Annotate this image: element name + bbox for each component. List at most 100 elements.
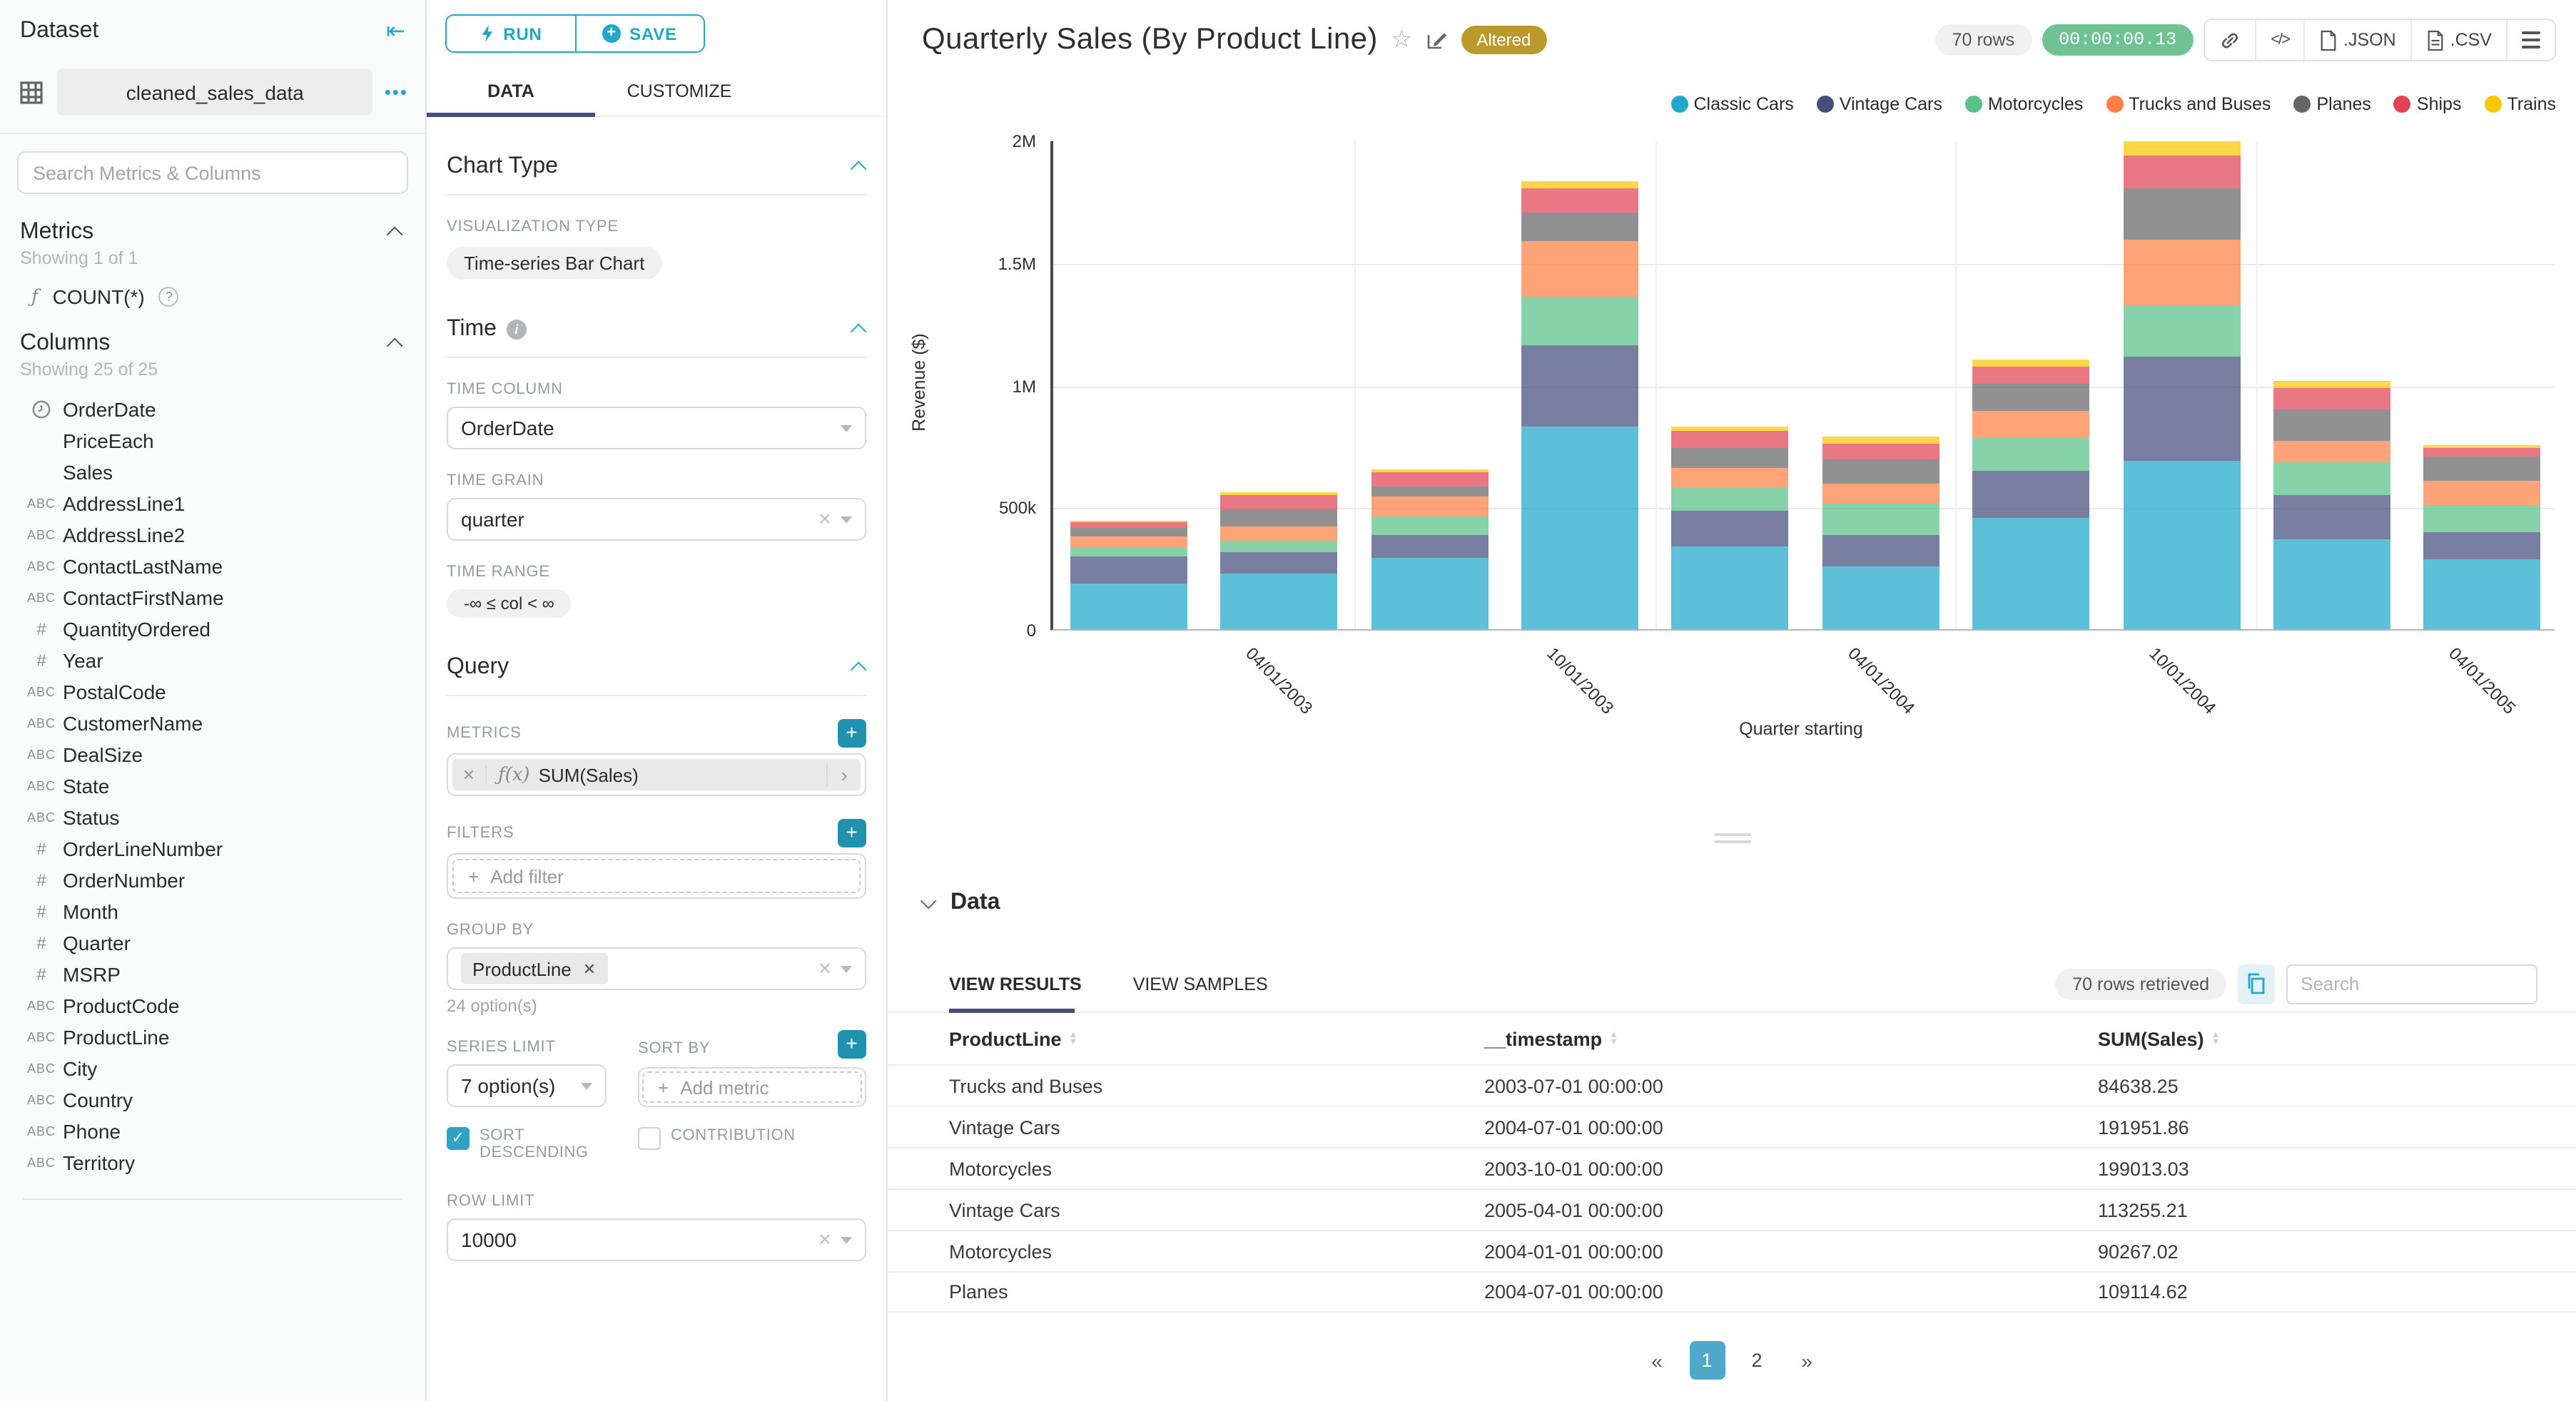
bar-segment[interactable] xyxy=(1671,427,1789,431)
time-range-value[interactable]: -∞ ≤ col < ∞ xyxy=(447,589,572,618)
table-header-cell[interactable]: __timestamp ▲ ▼ xyxy=(1484,1028,2098,1049)
clear-icon[interactable]: ✕ xyxy=(818,509,832,529)
bar-segment[interactable] xyxy=(1521,426,1638,629)
bar-segment[interactable] xyxy=(1371,496,1488,517)
bar-segment[interactable] xyxy=(1220,526,1338,541)
bar-segment[interactable] xyxy=(2423,531,2541,559)
bar-segment[interactable] xyxy=(1972,366,2090,384)
dataset-more-menu-icon[interactable]: ••• xyxy=(385,81,408,103)
bar-segment[interactable] xyxy=(1220,492,1338,496)
bar-segment[interactable] xyxy=(1822,566,1939,629)
bar-stack[interactable] xyxy=(1972,359,2090,629)
bar-stack[interactable] xyxy=(1070,521,1187,629)
column-list-item[interactable]: ABC AddressLine2 xyxy=(0,519,425,551)
clear-icon[interactable]: ✕ xyxy=(818,959,832,979)
chart-title[interactable]: Quarterly Sales (By Product Line) xyxy=(922,23,1378,57)
metric-pill[interactable]: ✕ ƒ(x) SUM(Sales) › xyxy=(452,759,861,790)
legend-item[interactable]: Motorcycles xyxy=(1964,94,2083,114)
dataset-name[interactable]: cleaned_sales_data xyxy=(57,68,373,116)
tab-customize[interactable]: CUSTOMIZE xyxy=(595,70,764,116)
column-list-item[interactable]: ABC Phone xyxy=(0,1116,425,1147)
column-list-item[interactable]: Sales xyxy=(0,457,425,488)
bar-segment[interactable] xyxy=(2273,539,2390,629)
contribution-checkbox[interactable]: CONTRIBUTION xyxy=(638,1127,796,1161)
export-csv-button[interactable]: .CSV xyxy=(2410,20,2506,60)
table-row[interactable]: Trucks and Buses 2003-07-01 00:00:00 84638… xyxy=(888,1064,2576,1106)
clear-icon[interactable]: ✕ xyxy=(818,1230,832,1250)
edit-properties-icon[interactable] xyxy=(1425,29,1448,51)
bar-segment[interactable] xyxy=(1521,345,1638,427)
query-collapse-icon[interactable] xyxy=(850,661,867,678)
pagination-page-button[interactable]: 1 xyxy=(1689,1341,1725,1380)
sort-icon[interactable]: ▲ ▼ xyxy=(2211,1031,2221,1047)
bar-segment[interactable] xyxy=(2123,156,2240,188)
column-list-item[interactable]: ABC PostalCode xyxy=(0,676,425,708)
bar-segment[interactable] xyxy=(1220,541,1338,552)
chart-canvas[interactable]: Classic Cars Vintage Cars Motorcycles Truck… xyxy=(888,80,2576,756)
add-filter-button[interactable]: + xyxy=(838,819,866,847)
table-row[interactable]: Motorcycles 2003-10-01 00:00:00 199013.03 xyxy=(888,1147,2576,1188)
bar-segment[interactable] xyxy=(1070,536,1187,548)
embed-code-button[interactable]: </> xyxy=(2255,20,2303,60)
collapse-data-icon[interactable] xyxy=(920,892,937,910)
collapse-panel-icon[interactable]: ⇤ xyxy=(386,17,405,46)
pagination-prev-button[interactable]: « xyxy=(1639,1341,1675,1380)
column-list-item[interactable]: ABC ContactLastName xyxy=(0,551,425,582)
column-list-item[interactable]: ABC Status xyxy=(0,802,425,833)
bar-segment[interactable] xyxy=(1070,556,1187,584)
bar-segment[interactable] xyxy=(1671,468,1789,489)
bar-segment[interactable] xyxy=(1070,527,1187,536)
bar-segment[interactable] xyxy=(2123,305,2240,357)
bar-segment[interactable] xyxy=(1070,522,1187,528)
bar-segment[interactable] xyxy=(1972,517,2090,629)
bar-segment[interactable] xyxy=(1371,558,1488,629)
legend-item[interactable]: Ships xyxy=(2393,94,2461,114)
bar-segment[interactable] xyxy=(2123,141,2240,156)
bar-segment[interactable] xyxy=(2123,188,2240,240)
chart-type-collapse-icon[interactable] xyxy=(850,161,867,178)
bar-segment[interactable] xyxy=(1070,521,1187,523)
column-list-item[interactable]: # Year xyxy=(0,645,425,676)
bar-segment[interactable] xyxy=(1822,535,1939,567)
bar-segment[interactable] xyxy=(2273,440,2390,462)
bar-segment[interactable] xyxy=(1070,584,1187,629)
series-limit-select[interactable]: 7 option(s) xyxy=(447,1064,607,1107)
bar-segment[interactable] xyxy=(1521,188,1638,213)
sort-descending-checkbox[interactable]: ✓ SORT DESCENDING xyxy=(447,1127,638,1161)
search-metrics-columns-input[interactable] xyxy=(17,151,408,194)
bar-segment[interactable] xyxy=(2273,380,2390,388)
table-row[interactable]: Vintage Cars 2005-04-01 00:00:00 113255.21 xyxy=(888,1188,2576,1230)
bar-segment[interactable] xyxy=(1671,430,1789,449)
column-list-item[interactable]: ABC State xyxy=(0,770,425,802)
column-list-item[interactable]: ABC City xyxy=(0,1053,425,1084)
panel-resize-handle[interactable] xyxy=(888,833,2576,843)
bar-segment[interactable] xyxy=(2423,505,2541,532)
row-limit-select[interactable]: 10000 ✕ xyxy=(447,1218,866,1261)
bar-segment[interactable] xyxy=(2423,445,2541,449)
bar-stack[interactable] xyxy=(1220,492,1338,629)
table-row[interactable]: Planes 2004-07-01 00:00:00 109114.62 xyxy=(888,1271,2576,1313)
bar-segment[interactable] xyxy=(2273,387,2390,410)
table-row[interactable]: Vintage Cars 2004-07-01 00:00:00 191951.86 xyxy=(888,1106,2576,1147)
time-collapse-icon[interactable] xyxy=(850,323,867,340)
save-button[interactable]: + SAVE xyxy=(574,16,704,51)
tab-data[interactable]: DATA xyxy=(427,70,595,116)
add-metric-dropzone[interactable]: + Add metric xyxy=(642,1071,862,1103)
bar-segment[interactable] xyxy=(2423,448,2541,457)
table-header-cell[interactable]: SUM(Sales) ▲ ▼ xyxy=(2098,1028,2576,1049)
column-list-item[interactable]: # Quarter xyxy=(0,927,425,959)
column-list-item[interactable]: # OrderLineNumber xyxy=(0,833,425,865)
altered-badge[interactable]: Altered xyxy=(1461,26,1547,54)
bar-segment[interactable] xyxy=(1371,472,1488,486)
column-list-item[interactable]: # OrderNumber xyxy=(0,865,425,896)
bar-stack[interactable] xyxy=(1371,469,1488,629)
export-json-button[interactable]: .JSON xyxy=(2303,20,2410,60)
run-button[interactable]: RUN xyxy=(447,16,574,51)
group-by-pill[interactable]: ProductLine ✕ xyxy=(461,953,608,984)
column-list-item[interactable]: ABC ProductCode xyxy=(0,990,425,1022)
bar-segment[interactable] xyxy=(1521,180,1638,188)
tab-view-samples[interactable]: VIEW SAMPLES xyxy=(1133,956,1268,1012)
bar-segment[interactable] xyxy=(1220,551,1338,574)
bar-segment[interactable] xyxy=(1671,546,1789,629)
metric-list-item[interactable]: ƒ COUNT(*) ? xyxy=(0,268,425,308)
